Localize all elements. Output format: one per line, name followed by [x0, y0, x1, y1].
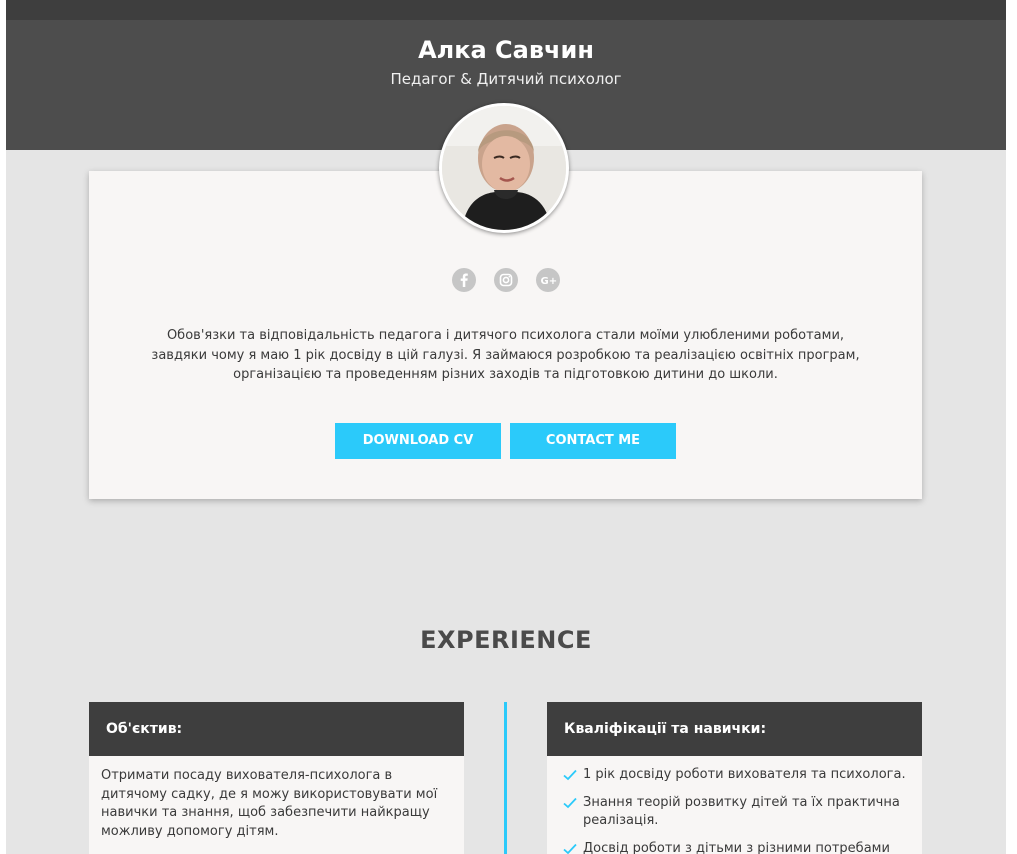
bio-text: Обов'язки та відповідальність педагога і…: [129, 326, 882, 385]
social-links: G+: [89, 268, 922, 292]
list-item: Знання теорій розвитку дітей та їх практ…: [559, 794, 910, 831]
download-cv-button[interactable]: DOWNLOAD CV: [335, 423, 501, 459]
qualifications-heading: Кваліфікації та навички:: [547, 702, 922, 756]
bio-line: Обов'язки та відповідальність педагога і…: [166, 328, 845, 343]
objective-text: Отримати посаду вихователя-психолога в д…: [101, 768, 438, 839]
qualifications-card: Кваліфікації та навички: 1 рік досвіду р…: [547, 702, 922, 854]
check-icon: [563, 843, 577, 854]
top-bar: [6, 0, 1006, 20]
list-item: Досвід роботи з дітьми з різними потреба…: [559, 840, 910, 854]
list-item: 1 рік досвіду роботи вихователя та психо…: [559, 766, 910, 785]
check-icon: [563, 769, 577, 781]
facebook-icon[interactable]: [451, 268, 476, 292]
avatar: [439, 103, 569, 233]
check-icon: [563, 797, 577, 808]
objective-card: Об'єктив: Отримати посаду вихователя-пси…: [89, 702, 464, 854]
profile-role: Педагог & Дитячий психолог: [390, 70, 622, 88]
timeline-divider: [504, 702, 507, 854]
bio-line: організацією та проведенням різних заход…: [233, 367, 778, 382]
qualification-text: Знання теорій розвитку дітей та їх практ…: [583, 794, 900, 829]
qualifications-body: 1 рік досвіду роботи вихователя та психо…: [547, 756, 922, 854]
google-plus-icon[interactable]: G+: [535, 268, 560, 292]
bio-line: завдяки чому я маю 1 рік досвіду в цій г…: [151, 347, 860, 363]
svg-text:G+: G+: [540, 276, 557, 287]
page: Алка Савчин Педагог & Дитячий психолог G…: [6, 0, 1006, 854]
objective-heading: Об'єктив:: [89, 702, 464, 756]
contact-me-button[interactable]: CONTACT ME: [510, 423, 676, 459]
qualification-text: Досвід роботи з дітьми з різними потреба…: [583, 840, 890, 854]
qualifications-list: 1 рік досвіду роботи вихователя та психо…: [559, 766, 910, 854]
qualification-text: 1 рік досвіду роботи вихователя та психо…: [583, 767, 906, 782]
instagram-icon[interactable]: [493, 268, 518, 292]
experience-title: EXPERIENCE: [420, 626, 592, 654]
profile-name: Алка Савчин: [418, 36, 594, 64]
